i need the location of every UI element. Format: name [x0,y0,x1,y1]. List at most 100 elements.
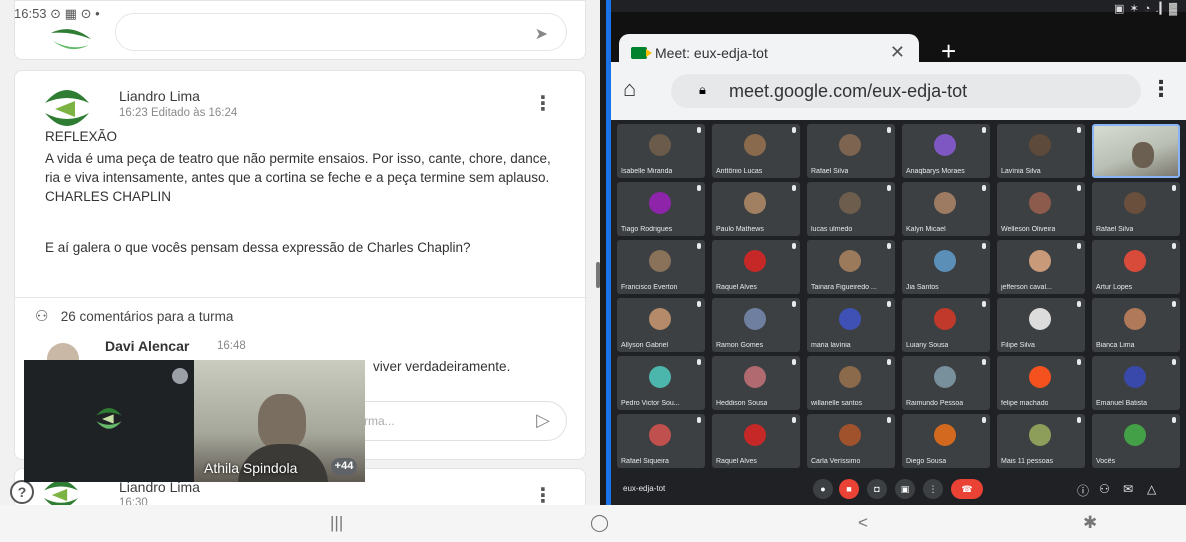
mic-status-icon [982,417,986,423]
participant-tile[interactable]: Bianca Lima [1092,298,1180,352]
participant-tile[interactable]: jefferson caval... [997,240,1085,294]
participant-tile[interactable]: Carla Veríssimo [807,414,895,468]
participant-tile[interactable] [1092,124,1180,178]
participant-tile[interactable]: Heddison Sousa [712,356,800,410]
participant-tile[interactable]: Diego Sousa [902,414,990,468]
participant-tile[interactable]: Tiago Rodrigues [617,182,705,236]
home-icon[interactable]: ⌂ [623,76,636,102]
info-icon[interactable]: ⓘ [1077,482,1089,499]
participant-tile[interactable]: lucas ulmedo [807,182,895,236]
home-button[interactable]: ◯ [590,513,609,533]
participant-tile[interactable]: Ramon Gomes [712,298,800,352]
participant-tile[interactable]: Paulo Mathews [712,182,800,236]
participant-tile[interactable]: Pedro Victor Sou... [617,356,705,410]
lock-icon[interactable]: 🔒︎ [699,82,706,98]
participant-avatar [934,134,956,156]
participant-tile[interactable]: Anttônio Lucas [712,124,800,178]
mic-status-icon [887,185,891,191]
status-icons: ⊙ ▦ ⊙ • [50,6,100,21]
comment-input[interactable]: rma... ▷ [335,401,567,441]
previous-reply-input[interactable]: ➤ [115,13,567,51]
participant-tile[interactable]: Raimundo Pessoa [902,356,990,410]
participant-name: Anttônio Lucas [716,168,763,175]
participant-tile[interactable]: Artur Lopes [1092,240,1180,294]
address-bar[interactable]: 🔒︎ meet.google.com/eux-edja-tot [671,74,1141,108]
mic-status-icon [792,127,796,133]
participant-tile[interactable]: Francisco Everton [617,240,705,294]
back-button[interactable]: < [858,513,868,533]
present-icon[interactable]: ▣ [895,479,915,499]
participant-tile[interactable]: Allyson Gabriel [617,298,705,352]
participant-tile[interactable]: Filipe Silva [997,298,1085,352]
post-menu-icon[interactable]: ⋮ [533,91,553,116]
class-comments-link[interactable]: ⚇ 26 comentários para a turma [35,307,233,325]
participant-tile[interactable]: felipe machado [997,356,1085,410]
mic-status-icon [982,127,986,133]
participant-name: Jia Santos [906,284,939,291]
participant-tile[interactable]: Rafael Silva [1092,182,1180,236]
pip-participant-name: Athila Spindola [204,460,298,476]
participant-name: Artur Lopes [1096,284,1133,291]
participant-tile[interactable]: Vocês [1092,414,1180,468]
meet-control-bar: eux-edja-tot ● ■ ◘ ▣ ⋮ ☎ ⓘ ⚇ ✉ △ [611,474,1186,505]
mic-status-icon [1077,417,1081,423]
url-text: meet.google.com/eux-edja-tot [729,81,968,101]
participant-avatar [934,424,956,446]
send-icon[interactable]: ➤ [535,24,548,44]
participant-avatar [649,366,671,388]
post-meta: 16:23 Editado às 16:24 [119,107,238,119]
accessibility-button[interactable]: ✱ [1083,513,1097,533]
participant-tile[interactable]: Lavínia Silva [997,124,1085,178]
participant-tile[interactable]: Tainara Figueiredo ... [807,240,895,294]
chrome-menu-icon[interactable]: ⋮ [1150,76,1172,102]
more-options-icon[interactable]: ⋮ [923,479,943,499]
participant-tile[interactable]: Mais 11 pessoas [997,414,1085,468]
mic-status-icon [697,185,701,191]
participant-tile[interactable]: Rafael Siqueira [617,414,705,468]
recents-button[interactable]: ||| [330,513,343,533]
post-menu-icon[interactable]: ⋮ [533,483,553,505]
chat-icon[interactable]: ✉ [1123,482,1133,496]
participant-name: Carla Veríssimo [811,458,861,465]
participant-tile[interactable]: maria lavínia [807,298,895,352]
captions-icon[interactable]: ◘ [867,479,887,499]
camera-off-button[interactable]: ■ [839,479,859,499]
participant-avatar [1029,192,1051,214]
people-icon[interactable]: ⚇ [1099,482,1110,496]
mic-status-icon [697,359,701,365]
classroom-logo-icon [51,29,91,50]
participant-name: Heddison Sousa [716,400,768,407]
meet-pip-window[interactable]: Athila Spindola +44 [24,360,365,482]
participant-tile[interactable]: Jia Santos [902,240,990,294]
mic-status-icon [1172,359,1176,365]
mic-status-icon [1172,243,1176,249]
participant-tile[interactable]: Welleson Oliveira [997,182,1085,236]
leave-call-button[interactable]: ☎ [951,479,983,499]
split-handle[interactable] [596,262,600,288]
meeting-code: eux-edja-tot [623,484,666,493]
participant-avatar [1029,134,1051,156]
post-meta: 16:30 [119,497,148,505]
participant-avatar [649,192,671,214]
participant-tile[interactable]: Isabelle Miranda [617,124,705,178]
help-icon[interactable]: ? [10,480,34,504]
new-tab-icon[interactable]: + [941,38,956,64]
participant-tile[interactable]: Rafael Silva [807,124,895,178]
participant-tile[interactable]: Raquel Alves [712,240,800,294]
participant-tile[interactable]: Anaqbarys Moraes [902,124,990,178]
participant-tile[interactable]: Emanuel Batista [1092,356,1180,410]
participant-avatar [934,192,956,214]
participant-tile[interactable]: Luiany Sousa [902,298,990,352]
participant-name: Paulo Mathews [716,226,764,233]
send-icon[interactable]: ▷ [536,410,550,431]
participant-tile[interactable]: Raquel Alves [712,414,800,468]
participant-tile[interactable]: Kalyn Micael [902,182,990,236]
activities-icon[interactable]: △ [1147,482,1156,496]
mic-status-icon [887,359,891,365]
mic-icon[interactable]: ● [813,479,833,499]
close-tab-icon[interactable]: ✕ [890,42,905,63]
participant-tile[interactable]: willanelle santos [807,356,895,410]
post-author[interactable]: Liandro Lima [119,88,200,104]
status-time: 16:53 [14,6,47,21]
participant-avatar [839,250,861,272]
